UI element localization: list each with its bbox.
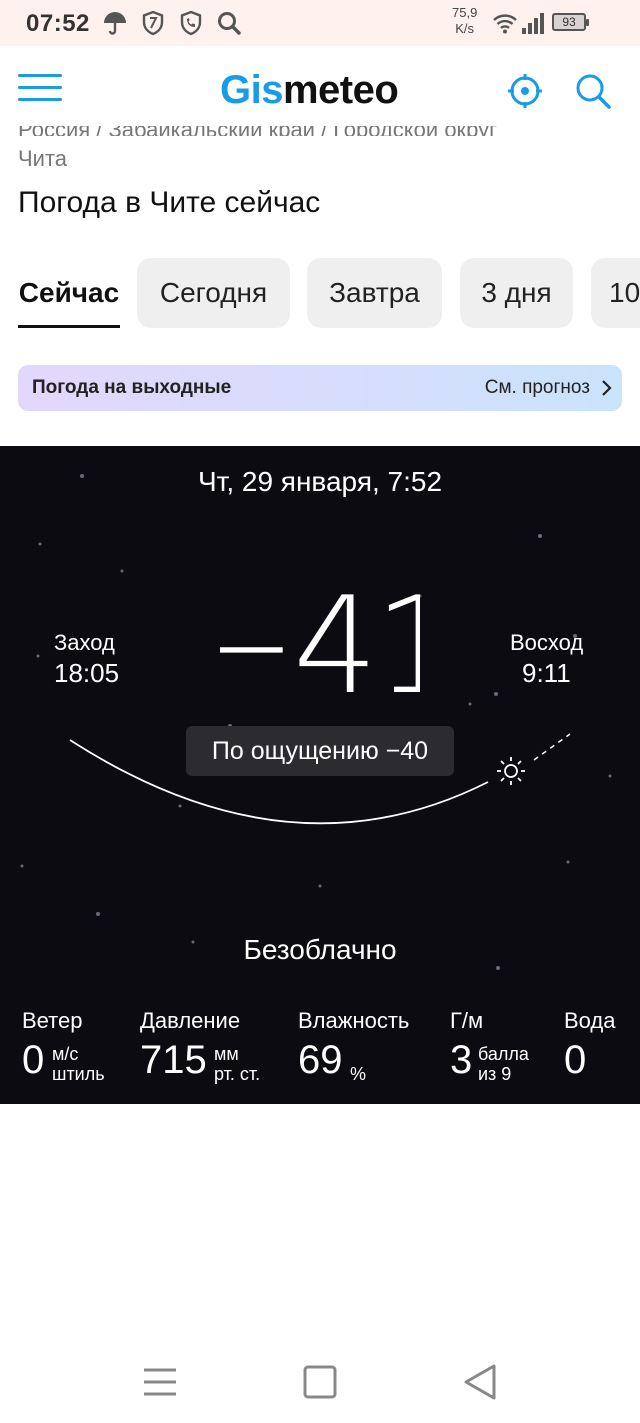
tab-now[interactable]: Сейчас — [18, 258, 120, 328]
water-label: Вода — [564, 1008, 616, 1033]
app-header: Gismeteo — [0, 46, 640, 134]
gismeteo-logo[interactable]: Gismeteo — [220, 68, 399, 113]
sun-icon — [497, 757, 525, 785]
tab-10-days[interactable]: 10 — [591, 258, 640, 328]
temperature-display: −41 — [220, 568, 420, 704]
humidity-unit: % — [350, 1064, 367, 1084]
signal-icon — [522, 13, 544, 34]
pressure-unit-detail: рт. ст. — [214, 1064, 261, 1084]
chevron-right-icon — [602, 380, 612, 396]
battery-icon: 93 — [552, 13, 589, 31]
wind-value: 0 — [22, 1038, 45, 1082]
menu-icon-line — [18, 98, 62, 101]
umbrella-icon — [104, 12, 126, 35]
back-icon[interactable] — [460, 1362, 500, 1402]
pressure-value: 715 — [140, 1038, 207, 1082]
menu-button[interactable] — [18, 74, 62, 106]
sunset-label: Заход — [54, 630, 115, 655]
weekend-forecast-link[interactable]: См. прогноз — [485, 377, 590, 399]
sunrise-label: Восход — [510, 630, 584, 655]
location-icon[interactable] — [506, 72, 544, 110]
weekend-banner[interactable]: Погода на выходные См. прогноз — [18, 365, 622, 411]
shield-icon — [142, 10, 164, 36]
feels-like-badge: По ощущению −40 — [186, 726, 454, 776]
pressure-unit: мм — [214, 1044, 239, 1064]
page-title: Погода в Чите сейчас — [18, 186, 321, 219]
wind-unit: м/с — [52, 1044, 79, 1064]
breadcrumb[interactable]: Россия / Забайкальский край / Городской … — [18, 126, 618, 136]
tab-3-days[interactable]: 3 дня — [460, 258, 573, 328]
wind-label: Ветер — [22, 1008, 83, 1033]
menu-icon-line — [18, 86, 62, 89]
weekend-banner-label: Погода на выходные — [32, 377, 232, 398]
pressure-label: Давление — [140, 1008, 241, 1033]
tab-today[interactable]: Сегодня — [137, 258, 290, 328]
tab-tomorrow[interactable]: Завтра — [307, 258, 442, 328]
search-icon — [218, 12, 241, 35]
wifi-icon — [493, 14, 517, 34]
current-weather-panel: Чт, 29 января, 7:52 Заход 18:05 Восход 9… — [0, 446, 640, 1104]
logo-part-gis: Gis — [220, 68, 283, 112]
logo-part-meteo: meteo — [282, 68, 399, 112]
weather-condition: Безоблачно — [243, 934, 397, 965]
status-bar: 07:52 75,9 K/s 93 — [0, 0, 640, 46]
geomagnetic-label: Г/м — [450, 1008, 484, 1033]
shield-phone-icon — [180, 10, 202, 36]
humidity-value: 69 — [298, 1038, 343, 1082]
system-nav-bar — [0, 1340, 640, 1423]
wind-description: штиль — [52, 1064, 105, 1084]
menu-icon-line — [18, 74, 62, 77]
breadcrumb-city[interactable]: Чита — [18, 146, 67, 172]
forecast-tabs: Сейчас Сегодня Завтра 3 дня 10 — [18, 258, 640, 330]
status-time: 07:52 — [26, 10, 90, 37]
network-speed: 75,9 K/s — [452, 5, 477, 37]
sunrise-time: 9:11 — [522, 658, 571, 688]
home-icon[interactable] — [300, 1362, 340, 1402]
network-speed-unit: K/s — [455, 21, 475, 36]
recent-apps-icon[interactable] — [140, 1362, 180, 1402]
humidity-label: Влажность — [298, 1008, 410, 1033]
network-speed-value: 75,9 — [452, 5, 478, 20]
temperature-value: −41 — [220, 568, 420, 704]
sunset-time: 18:05 — [54, 658, 120, 688]
current-date: Чт, 29 января, 7:52 — [197, 466, 443, 497]
geomagnetic-unit: балла — [478, 1044, 529, 1064]
search-icon[interactable] — [574, 72, 612, 110]
geomagnetic-scale: из 9 — [478, 1064, 512, 1084]
geomagnetic-value: 3 — [450, 1038, 473, 1082]
water-value: 0 — [564, 1038, 587, 1082]
breadcrumb-path: Россия / Забайкальский край / Городской … — [18, 126, 497, 136]
